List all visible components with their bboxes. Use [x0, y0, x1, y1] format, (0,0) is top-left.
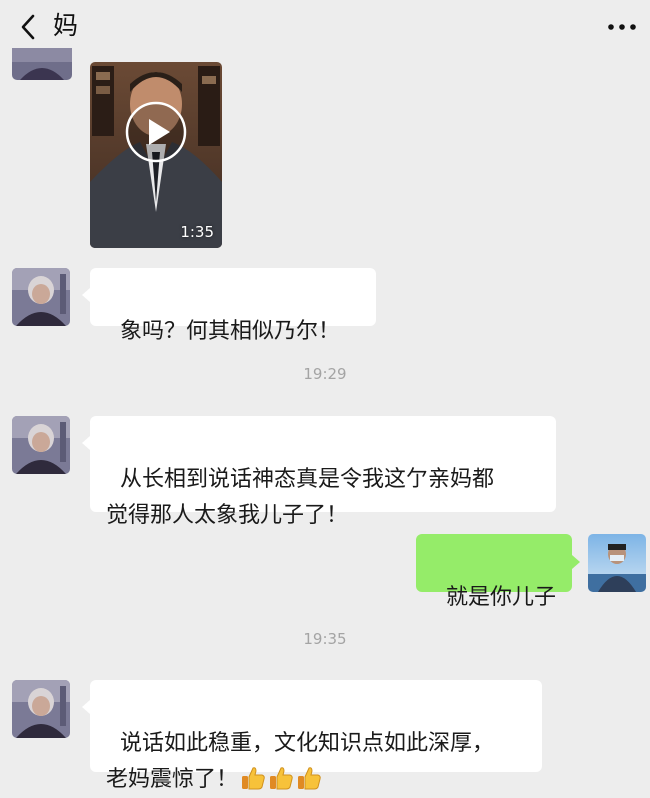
emoji-group [238, 767, 322, 792]
chevron-left-icon [21, 14, 35, 40]
more-button[interactable] [604, 12, 640, 42]
my-avatar[interactable] [588, 534, 646, 592]
timestamp: 19:35 [303, 630, 347, 648]
mom-avatar[interactable] [12, 416, 70, 474]
mom-avatar[interactable] [12, 680, 70, 738]
thumbs-up-icon [242, 767, 265, 790]
message-bubble[interactable]: 象吗？何其相似乃尔！ [82, 268, 376, 344]
video-duration: 1:35 [180, 223, 214, 241]
back-button[interactable] [10, 10, 46, 44]
timestamp: 19:29 [303, 365, 347, 383]
video-message[interactable]: 1:35 [90, 62, 222, 248]
message-text: 象吗？何其相似乃尔！ [120, 319, 341, 344]
message-bubble[interactable]: 说话如此稳重，文化知识点如此深厚， 老妈震惊了！ [82, 680, 542, 792]
message-text: 从长相到说话神态真是令我这亇亲妈都 觉得那人太象我儿子了！ [106, 467, 495, 528]
message-bubble[interactable]: 从长相到说话神态真是令我这亇亲妈都 觉得那人太象我儿子了！ [82, 416, 556, 528]
play-icon [125, 101, 187, 163]
mom-avatar[interactable] [12, 48, 72, 80]
chat-header: 妈 [0, 0, 650, 54]
more-dots-icon [608, 24, 636, 30]
chat-title: 妈 [53, 11, 79, 40]
thumbs-up-icon [298, 767, 321, 790]
message-text: 就是你儿子 [446, 585, 557, 610]
thumbs-up-icon [270, 767, 293, 790]
message-bubble[interactable]: 就是你儿子 [416, 534, 580, 610]
mom-avatar[interactable] [12, 268, 70, 326]
